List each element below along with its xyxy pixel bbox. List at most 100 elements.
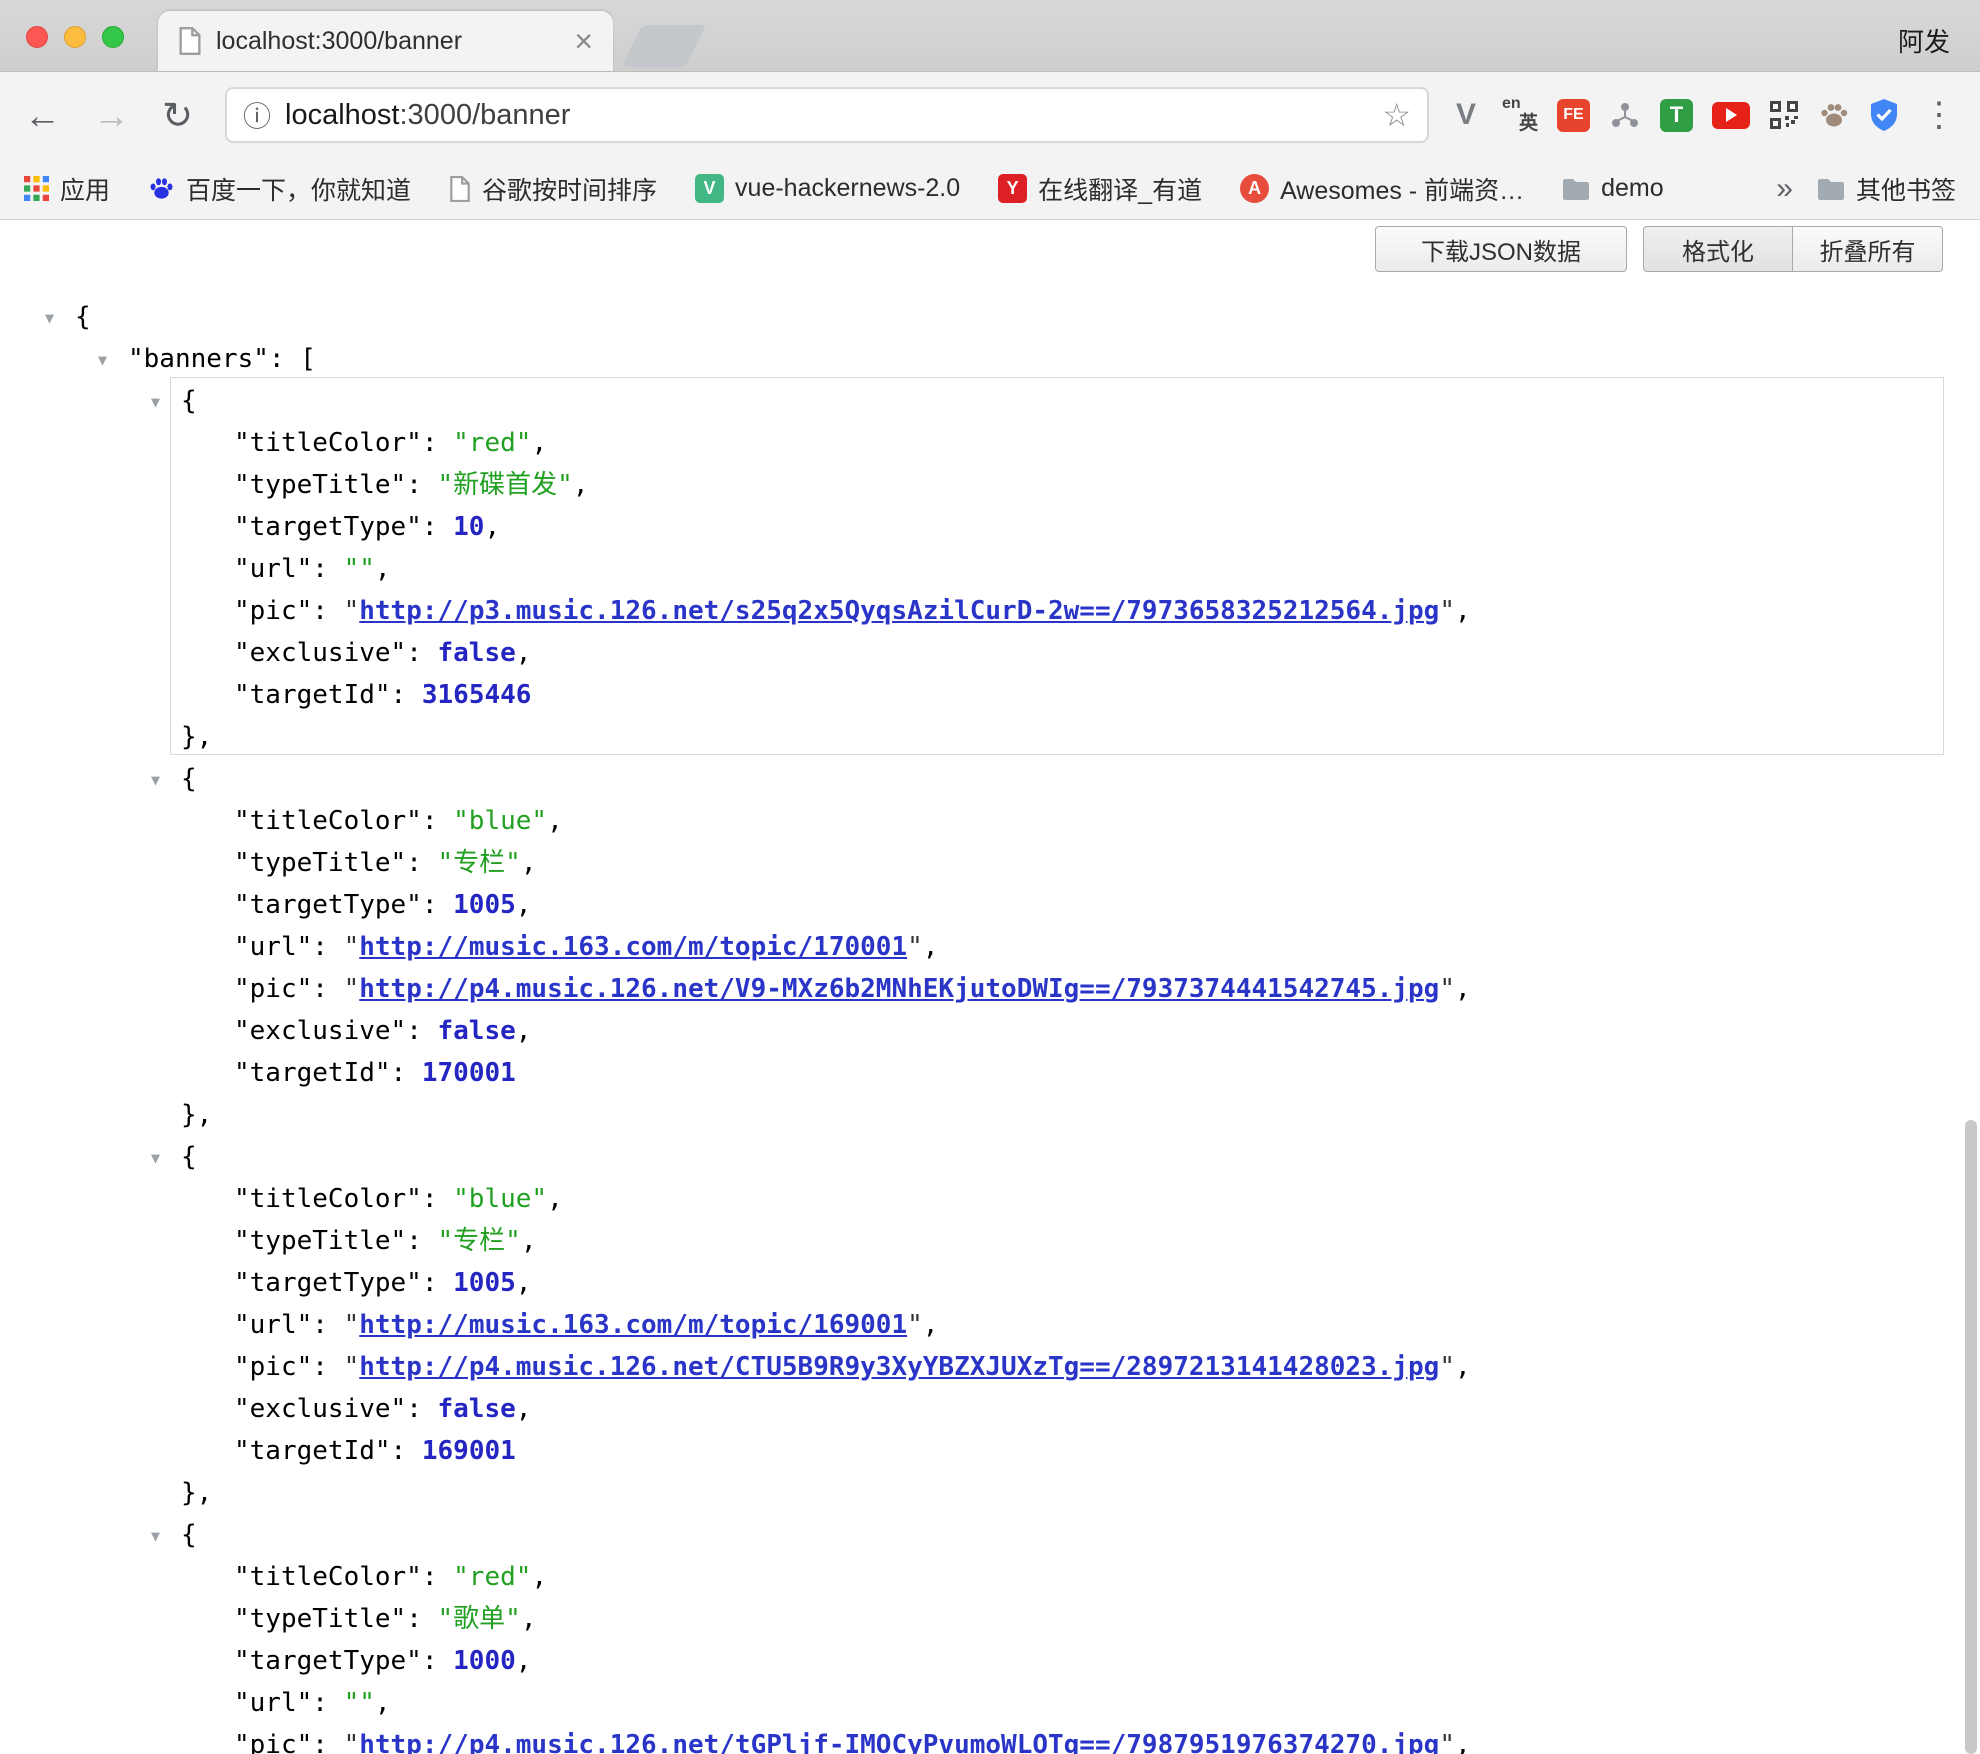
json-token: false: [438, 1394, 516, 1424]
json-token: ,: [1455, 1730, 1471, 1754]
json-token: "blue": [453, 1184, 547, 1214]
json-token: :: [406, 1016, 437, 1046]
json-token: },: [181, 1478, 212, 1508]
json-token: 169001: [422, 1436, 516, 1466]
json-link[interactable]: http://p4.music.126.net/CTU5B9R9y3XyYBZX…: [359, 1352, 1439, 1382]
json-token: :: [422, 890, 453, 920]
json-link[interactable]: http://p4.music.126.net/tGPljf-IMOCyPvum…: [359, 1730, 1439, 1754]
json-line: "exclusive": false,: [0, 1010, 1980, 1052]
page-icon: [178, 27, 202, 55]
close-window-button[interactable]: [26, 26, 48, 48]
json-link[interactable]: http://p4.music.126.net/V9-MXz6b2MNhEKju…: [359, 974, 1439, 1004]
bookmark-star-icon[interactable]: ☆: [1382, 96, 1411, 134]
collapse-triangle-icon[interactable]: ▼: [151, 1137, 160, 1179]
json-token: ,: [516, 1016, 532, 1046]
json-token: "exclusive": [234, 1016, 406, 1046]
json-array-item: ▼{"titleColor": "blue","typeTitle": "专栏"…: [0, 1136, 1980, 1514]
bookmark-google-sort[interactable]: 谷歌按时间排序: [449, 171, 657, 207]
json-token: 1000: [453, 1646, 516, 1676]
json-token: ,: [1455, 596, 1471, 626]
json-token: 1005: [453, 1268, 516, 1298]
download-json-button[interactable]: 下载JSON数据: [1375, 226, 1627, 272]
json-link[interactable]: http://music.163.com/m/topic/169001: [359, 1310, 907, 1340]
zoom-window-button[interactable]: [102, 26, 124, 48]
json-token: 3165446: [422, 680, 532, 710]
json-token: },: [181, 722, 212, 752]
json-link[interactable]: http://music.163.com/m/topic/170001: [359, 932, 907, 962]
menu-icon[interactable]: ⋮: [1922, 98, 1956, 132]
json-token: {: [181, 386, 197, 416]
scrollbar[interactable]: [1965, 1120, 1977, 1754]
bookmark-vue-hackernews[interactable]: V vue-hackernews-2.0: [695, 174, 960, 203]
back-icon[interactable]: ←: [24, 97, 61, 134]
info-icon[interactable]: ⓘ: [243, 95, 271, 135]
bookmark-demo-folder[interactable]: demo: [1562, 174, 1664, 203]
bookmark-label: 应用: [60, 171, 110, 207]
blue-shield-icon[interactable]: [1869, 98, 1899, 132]
browser-tab[interactable]: localhost:3000/banner ×: [158, 11, 613, 71]
json-token: :: [312, 1310, 343, 1340]
json-line: ▼{: [0, 1136, 1980, 1178]
json-token: },: [181, 1100, 212, 1130]
youtube-icon[interactable]: [1712, 102, 1750, 129]
collapse-triangle-icon[interactable]: ▼: [151, 381, 160, 423]
tab-strip: localhost:3000/banner × 阿发: [0, 0, 1980, 72]
minimize-window-button[interactable]: [64, 26, 86, 48]
green-shield-icon[interactable]: T: [1660, 99, 1693, 132]
bookmarks-overflow-icon[interactable]: »: [1776, 172, 1793, 206]
collapse-triangle-icon[interactable]: ▼: [151, 1515, 160, 1557]
format-button[interactable]: 格式化: [1643, 226, 1793, 272]
json-line: },: [0, 1094, 1980, 1136]
apps-shortcut[interactable]: 应用: [24, 171, 110, 207]
collapse-triangle-icon[interactable]: ▼: [98, 339, 107, 381]
json-token: ,: [547, 806, 563, 836]
profile-name[interactable]: 阿发: [1898, 22, 1950, 59]
paw-icon[interactable]: [1818, 99, 1850, 131]
translate-icon[interactable]: en英: [1502, 97, 1538, 133]
json-token: {: [75, 302, 91, 332]
close-tab-icon[interactable]: ×: [574, 25, 593, 57]
url-text: localhost:3000/banner: [285, 99, 570, 132]
json-token: "pic": [234, 974, 312, 1004]
bookmark-awesomes[interactable]: A Awesomes - 前端资…: [1240, 171, 1524, 207]
json-token: ,: [1455, 974, 1471, 1004]
fe-icon[interactable]: FE: [1557, 99, 1590, 132]
baidu-paw-icon: [148, 175, 175, 202]
collapse-triangle-icon[interactable]: ▼: [151, 759, 160, 801]
forward-icon[interactable]: →: [93, 97, 130, 134]
window-controls: [26, 26, 124, 48]
json-line: "typeTitle": "专栏",: [0, 842, 1980, 884]
json-token: "titleColor": [234, 428, 422, 458]
extension-v-icon[interactable]: V: [1449, 98, 1483, 132]
new-tab-button[interactable]: [622, 25, 706, 67]
collapse-all-button[interactable]: 折叠所有: [1793, 226, 1943, 272]
bookmarks-right-group: » 其他书签: [1776, 171, 1956, 207]
json-token: {: [181, 1142, 197, 1172]
json-array-item: ▼{"titleColor": "red","typeTitle": "新碟首发…: [0, 380, 1980, 758]
bookmark-baidu[interactable]: 百度一下，你就知道: [148, 171, 411, 207]
json-token: ,: [516, 1268, 532, 1298]
qrcode-icon[interactable]: [1769, 100, 1799, 130]
json-token: "pic": [234, 1730, 312, 1754]
json-token: ,: [484, 512, 500, 542]
json-line: "typeTitle": "歌单",: [0, 1598, 1980, 1640]
json-tree: ▼{▼"banners": [▼{"titleColor": "red","ty…: [0, 220, 1980, 1754]
address-bar[interactable]: ⓘ localhost:3000/banner ☆: [225, 87, 1429, 143]
url-path: :3000/banner: [400, 99, 571, 131]
apps-grid-icon: [24, 176, 49, 201]
json-token: ,: [521, 1226, 537, 1256]
json-token: "url": [234, 554, 312, 584]
reload-icon[interactable]: ↻: [162, 97, 193, 134]
json-token: "typeTitle": [234, 1226, 406, 1256]
json-token: "targetId": [234, 1058, 391, 1088]
bookmark-youdao[interactable]: Y 在线翻译_有道: [998, 171, 1202, 207]
json-link[interactable]: http://p3.music.126.net/s25q2x5QyqsAzilC…: [359, 596, 1439, 626]
json-line: "targetId": 3165446: [0, 674, 1980, 716]
collapse-triangle-icon[interactable]: ▼: [45, 297, 54, 339]
sitemap-icon[interactable]: [1609, 99, 1641, 131]
json-token: :: [422, 806, 453, 836]
json-token: :: [312, 554, 343, 584]
other-bookmarks[interactable]: 其他书签: [1817, 171, 1956, 207]
awesomes-icon: A: [1240, 174, 1269, 203]
json-line: "url": "http://music.163.com/m/topic/170…: [0, 926, 1980, 968]
